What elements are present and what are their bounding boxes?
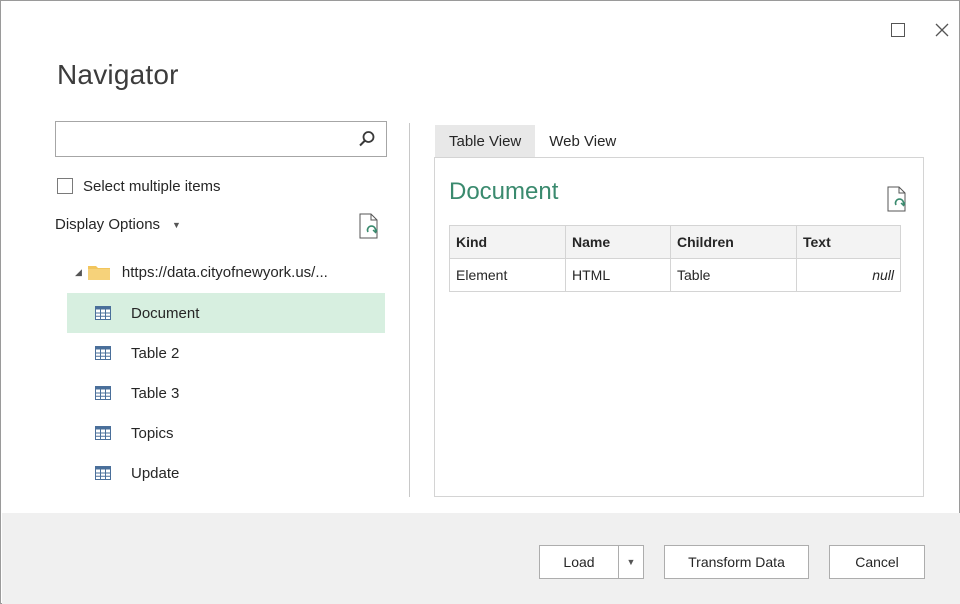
caret-down-icon: ▼ — [172, 219, 181, 230]
close-icon — [935, 23, 949, 37]
table-icon — [95, 306, 111, 320]
transform-data-button[interactable]: Transform Data — [664, 545, 809, 579]
table-icon — [95, 346, 111, 360]
close-button[interactable] — [929, 17, 955, 43]
tree-item-document[interactable]: Document — [67, 293, 385, 333]
tree-item-label: Update — [131, 464, 180, 482]
maximize-button[interactable] — [885, 17, 911, 43]
select-multiple-checkbox[interactable] — [57, 178, 73, 194]
preview-title: Document — [449, 178, 559, 205]
table-cell: HTML — [565, 258, 671, 292]
column-header-children: Children — [670, 225, 797, 259]
select-multiple-row[interactable]: Select multiple items — [57, 175, 221, 197]
tab-web-view[interactable]: Web View — [535, 125, 630, 157]
tree-item-table-3[interactable]: Table 3 — [67, 373, 385, 413]
table-header-row: Kind Name Children Text — [449, 225, 901, 259]
table-cell[interactable]: Table — [670, 258, 797, 292]
load-button[interactable]: Load — [539, 545, 619, 579]
table-row: Element HTML Table null — [449, 258, 901, 292]
preview-panel: Document Kind Name Children Text Element… — [434, 157, 924, 497]
table-cell: null — [796, 258, 901, 292]
refresh-preview-icon[interactable] — [885, 186, 909, 212]
tree-items: Document Table 2 Table 3 Topics Update — [67, 293, 385, 493]
table-icon — [95, 426, 111, 440]
search-input[interactable] — [56, 122, 346, 156]
pane-divider[interactable] — [409, 123, 410, 497]
expand-triangle-icon[interactable]: ◢ — [75, 267, 82, 278]
search-box[interactable] — [55, 121, 387, 157]
folder-icon — [87, 266, 110, 280]
tree-item-label: Table 3 — [131, 384, 180, 402]
display-options-dropdown[interactable]: Display Options ▼ — [55, 216, 181, 233]
tree-item-label: Table 2 — [131, 344, 180, 362]
select-multiple-label: Select multiple items — [83, 177, 221, 195]
tree-item-label: Topics — [131, 424, 174, 442]
refresh-document-icon[interactable] — [357, 213, 381, 239]
tree-root-node[interactable]: ◢ https://data.cityofnewyork.us/... — [75, 259, 328, 285]
dialog-footer: Load ▼ Transform Data Cancel — [2, 513, 960, 604]
tab-table-view[interactable]: Table View — [435, 125, 536, 157]
column-header-text: Text — [796, 225, 901, 259]
cancel-button[interactable]: Cancel — [829, 545, 925, 579]
tree-item-label: Document — [131, 304, 200, 322]
search-icon[interactable] — [358, 130, 376, 148]
dialog-title: Navigator — [57, 59, 179, 90]
table-cell: Element — [449, 258, 566, 292]
column-header-kind: Kind — [449, 225, 566, 259]
maximize-icon — [891, 23, 905, 37]
column-header-name: Name — [565, 225, 671, 259]
tree-item-update[interactable]: Update — [67, 453, 385, 493]
tree-root-label: https://data.cityofnewyork.us/... — [121, 263, 328, 281]
load-options-button[interactable]: ▼ — [618, 545, 644, 579]
preview-table: Kind Name Children Text Element HTML Tab… — [449, 225, 901, 292]
chevron-down-icon: ▼ — [626, 557, 636, 567]
view-tabs: Table View Web View — [435, 125, 630, 157]
display-options-label: Display Options — [55, 216, 161, 233]
table-icon — [95, 466, 111, 480]
navigator-dialog: Navigator Select multiple items Display … — [0, 0, 960, 604]
tree-item-topics[interactable]: Topics — [67, 413, 385, 453]
tree-item-table-2[interactable]: Table 2 — [67, 333, 385, 373]
table-icon — [95, 386, 111, 400]
